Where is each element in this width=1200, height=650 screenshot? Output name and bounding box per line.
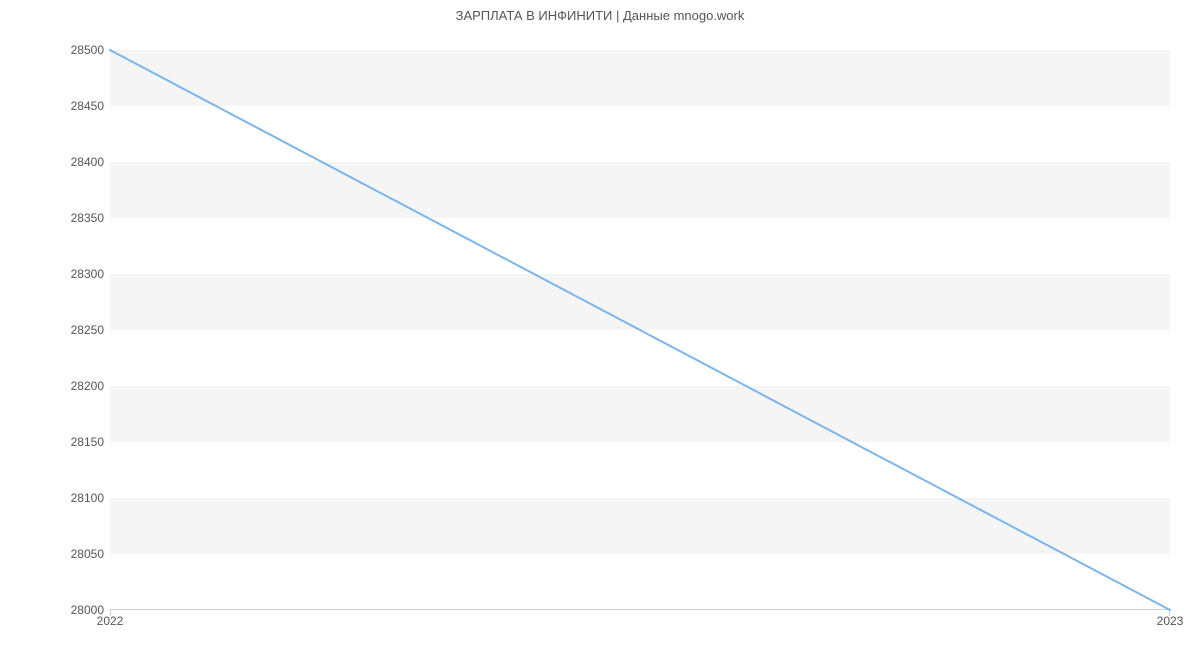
x-tick-label: 2022 (97, 614, 124, 628)
y-tick-label: 28350 (24, 211, 104, 225)
y-tick-label: 28000 (24, 603, 104, 617)
plot-area (110, 50, 1170, 610)
y-tick-label: 28450 (24, 99, 104, 113)
y-tick-label: 28400 (24, 155, 104, 169)
y-tick-label: 28150 (24, 435, 104, 449)
y-tick-label: 28300 (24, 267, 104, 281)
y-tick-label: 28050 (24, 547, 104, 561)
line-series (110, 50, 1170, 610)
y-tick-label: 28500 (24, 43, 104, 57)
y-tick-label: 28200 (24, 379, 104, 393)
y-tick-label: 28250 (24, 323, 104, 337)
x-tick-label: 2023 (1157, 614, 1184, 628)
y-tick-label: 28100 (24, 491, 104, 505)
chart-title: ЗАРПЛАТА В ИНФИНИТИ | Данные mnogo.work (0, 8, 1200, 23)
